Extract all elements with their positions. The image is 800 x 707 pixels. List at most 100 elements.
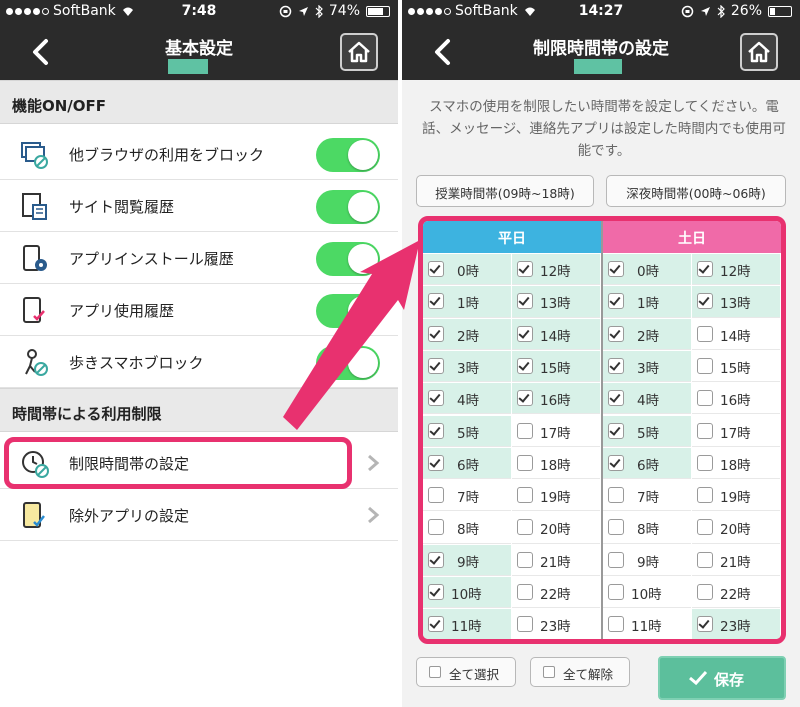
weekend-hour-cell[interactable]: 15時 — [692, 351, 780, 383]
hour-label: 14時 — [540, 328, 571, 345]
weekday-hour-cell[interactable]: 20時 — [512, 512, 600, 544]
toggle-browser-block[interactable] — [316, 138, 380, 172]
weekday-hour-cell[interactable]: 7時 — [423, 480, 511, 512]
weekend-hour-cell[interactable]: 6時 — [603, 447, 691, 480]
section-header-time-limit: 時間帯による利用制限 — [0, 388, 398, 432]
weekend-hour-cell[interactable]: 12時 — [692, 254, 780, 286]
weekend-hour-cell[interactable]: 16時 — [692, 383, 780, 415]
clear-all-button[interactable]: 全て解除 — [530, 657, 630, 687]
preset-school-hours-button[interactable]: 授業時間帯(09時~18時) — [416, 175, 594, 207]
checkbox-checked-icon — [428, 390, 444, 407]
hour-label: 13時 — [720, 296, 751, 313]
weekend-hour-cell[interactable]: 23時 — [692, 609, 780, 639]
weekend-hour-cell[interactable]: 8時 — [603, 512, 691, 544]
weekend-hour-cell[interactable]: 13時 — [692, 286, 780, 318]
weekend-hour-cell[interactable]: 2時 — [603, 318, 691, 350]
hour-label: 11時 — [451, 619, 482, 636]
weekday-hour-cell[interactable]: 10時 — [423, 577, 511, 609]
checkbox-icon — [517, 584, 533, 600]
weekday-hour-cell[interactable]: 2時 — [423, 318, 511, 350]
toggle-app-usage-history[interactable] — [316, 294, 380, 328]
toggle-walking-block[interactable] — [316, 346, 380, 380]
weekday-hour-cell[interactable]: 12時 — [512, 254, 600, 286]
checkbox-checked-icon — [428, 584, 444, 600]
status-bar: SoftBank 7:48 74% — [0, 0, 398, 24]
weekday-hour-cell[interactable]: 17時 — [512, 416, 600, 447]
checkbox-icon — [517, 422, 533, 439]
weekend-hour-cell[interactable]: 18時 — [692, 448, 780, 480]
checkbox-checked-icon — [608, 261, 624, 277]
row-label: アプリインストール履歴 — [69, 250, 234, 268]
hour-label: 12時 — [540, 264, 571, 280]
battery-fill — [770, 7, 775, 15]
battery-fill — [368, 7, 383, 15]
hour-label: 0時 — [637, 264, 660, 280]
hour-label: 19時 — [720, 490, 751, 507]
weekend-hour-cell[interactable]: 22時 — [692, 577, 780, 609]
weekend-hour-cell[interactable]: 14時 — [692, 319, 780, 350]
weekend-hour-cell[interactable]: 0時 — [603, 254, 691, 286]
hour-label: 9時 — [457, 554, 480, 571]
checkbox-checked-icon — [428, 325, 444, 342]
checkbox-checked-icon — [517, 261, 533, 277]
battery-percent: 74% — [328, 3, 360, 19]
weekend-hour-cell[interactable]: 1時 — [603, 286, 691, 318]
hour-label: 10時 — [451, 587, 482, 603]
weekday-hour-cell[interactable]: 1時 — [423, 286, 511, 318]
row-excluded-apps-settings[interactable]: 除外アプリの設定 — [0, 489, 398, 541]
weekend-hour-cell[interactable]: 19時 — [692, 480, 780, 512]
toggle-app-install-history[interactable] — [316, 242, 380, 276]
row-walking-block: 歩きスマホブロック — [0, 336, 398, 388]
battery-icon — [768, 5, 792, 17]
weekday-hour-cell[interactable]: 5時 — [423, 415, 511, 447]
hour-label: 8時 — [637, 522, 660, 539]
weekend-hour-cell[interactable]: 9時 — [603, 545, 691, 576]
preset-late-night-button[interactable]: 深夜時間帯(00時~06時) — [606, 175, 786, 207]
weekday-hour-cell[interactable]: 14時 — [512, 318, 600, 350]
weekend-hour-cell[interactable]: 5時 — [603, 415, 691, 447]
weekend-hour-cell[interactable]: 3時 — [603, 350, 691, 383]
weekday-hour-cell[interactable]: 15時 — [512, 350, 600, 383]
home-button[interactable] — [340, 33, 378, 71]
weekend-hour-cell[interactable]: 7時 — [603, 480, 691, 512]
weekday-hour-cell[interactable]: 21時 — [512, 545, 600, 576]
weekday-hour-cell[interactable]: 22時 — [512, 577, 600, 609]
home-button[interactable] — [740, 33, 778, 71]
checkbox-checked-icon — [697, 616, 713, 633]
weekday-hour-cell[interactable]: 11時 — [423, 609, 511, 639]
save-button[interactable]: 保存 — [658, 656, 786, 700]
weekend-hour-cell[interactable]: 4時 — [603, 383, 691, 415]
weekend-hour-cell[interactable]: 17時 — [692, 416, 780, 447]
weekday-hour-cell[interactable]: 13時 — [512, 286, 600, 318]
weekend-hour-cell[interactable]: 20時 — [692, 512, 780, 544]
checkbox-checked-icon — [428, 454, 444, 471]
weekday-hour-cell[interactable]: 0時 — [423, 254, 511, 286]
weekend-hour-cell[interactable]: 10時 — [603, 577, 691, 609]
checkbox-icon — [608, 584, 624, 600]
hour-label: 14時 — [720, 328, 751, 345]
weekday-hour-cell[interactable]: 16時 — [512, 383, 600, 415]
select-all-button[interactable]: 全て選択 — [416, 657, 516, 687]
weekday-hour-cell[interactable]: 6時 — [423, 447, 511, 480]
chevron-right-icon — [368, 506, 380, 524]
weekday-hour-cell[interactable]: 23時 — [512, 609, 600, 639]
hour-label: 22時 — [720, 587, 751, 603]
rotation-lock-icon — [681, 5, 694, 17]
checkbox-icon — [697, 390, 713, 407]
weekday-hour-cell[interactable]: 18時 — [512, 448, 600, 480]
hour-label: 8時 — [457, 522, 480, 539]
weekend-hour-cell[interactable]: 11時 — [603, 609, 691, 639]
weekday-hour-cell[interactable]: 3時 — [423, 350, 511, 383]
toggle-site-history[interactable] — [316, 190, 380, 224]
home-icon — [348, 41, 370, 63]
weekday-hour-cell[interactable]: 4時 — [423, 383, 511, 415]
schedule-grid: 平日 土日 0時 1時 2時 3時 4時 5時 6時 7時 8時 9時 10時 11時 12時 13時 14… — [418, 216, 786, 644]
weekday-hour-cell[interactable]: 9時 — [423, 544, 511, 576]
browser-block-icon — [21, 142, 48, 169]
hour-label: 17時 — [540, 425, 571, 442]
weekday-hour-cell[interactable]: 19時 — [512, 480, 600, 512]
checkbox-icon — [543, 666, 555, 678]
weekend-hour-cell[interactable]: 21時 — [692, 545, 780, 576]
weekday-hour-cell[interactable]: 8時 — [423, 512, 511, 544]
checkbox-checked-icon — [608, 325, 624, 342]
